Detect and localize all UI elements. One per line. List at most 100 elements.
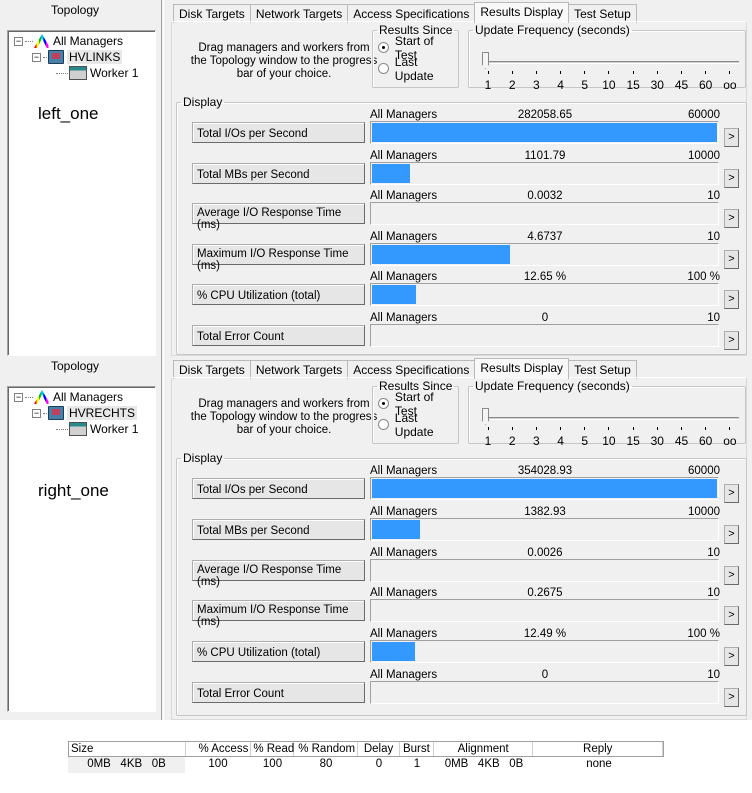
- meter-range-button[interactable]: >: [724, 128, 739, 147]
- all-managers-icon: [34, 34, 50, 48]
- progress-bar[interactable]: [370, 283, 719, 306]
- meter-value: 1382.93: [524, 506, 566, 518]
- radio-button[interactable]: [378, 42, 389, 53]
- results-since-group: Results Since Start of Test Last Update: [372, 23, 459, 88]
- tab-results-display[interactable]: Results Display: [474, 358, 570, 379]
- results-since-group: Results Since Start of Test Last Update: [372, 379, 459, 444]
- radio-button[interactable]: [378, 398, 389, 409]
- meter-value: 0: [541, 669, 549, 681]
- meter-range-button[interactable]: >: [724, 606, 739, 625]
- radio-last-update[interactable]: Last Update: [373, 411, 458, 439]
- progress-bar[interactable]: [370, 121, 719, 144]
- meter-select-button[interactable]: % CPU Utilization (total): [192, 284, 365, 305]
- meter-row: Total Error Count All Managers 0 10 >: [192, 669, 745, 715]
- column-header[interactable]: Delay: [358, 742, 400, 756]
- meter-max: 10: [707, 587, 720, 599]
- meter-row: Total MBs per Second All Managers 1382.9…: [192, 506, 745, 552]
- tree-node-worker[interactable]: Worker 1: [56, 65, 138, 81]
- progress-bar[interactable]: [370, 640, 719, 663]
- progress-bar[interactable]: [370, 518, 719, 541]
- tree-node-worker[interactable]: Worker 1: [56, 421, 138, 437]
- meter-select-button[interactable]: Total Error Count: [192, 325, 365, 346]
- collapse-icon[interactable]: −: [14, 392, 23, 402]
- topology-tree[interactable]: − All Managers − HVRECHTS Worker 1 right…: [7, 386, 156, 712]
- meter-range-button[interactable]: >: [724, 647, 739, 666]
- meter-range-button[interactable]: >: [724, 250, 739, 269]
- progress-bar-fill: [372, 123, 717, 142]
- meter-select-button[interactable]: % CPU Utilization (total): [192, 641, 365, 662]
- meter-select-button[interactable]: Average I/O Response Time (ms): [192, 560, 365, 588]
- meter-select-button[interactable]: Total Error Count: [192, 682, 365, 703]
- update-frequency-slider[interactable]: [485, 417, 739, 420]
- meter-range-button[interactable]: >: [724, 525, 739, 544]
- access-spec-table: Size% Access% Read% Random Delay Burst Alig…: [68, 741, 664, 773]
- tree-node-all-managers[interactable]: − All Managers: [14, 33, 123, 49]
- tree-connector: [43, 56, 47, 58]
- meter-select-button[interactable]: Maximum I/O Response Time (ms): [192, 600, 365, 628]
- meter-range-button[interactable]: >: [724, 688, 739, 707]
- column-header[interactable]: % Random: [294, 742, 359, 756]
- meter-range-button[interactable]: >: [724, 566, 739, 585]
- column-header[interactable]: % Access: [186, 742, 252, 756]
- tree-label: Worker 1: [90, 66, 139, 80]
- progress-bar[interactable]: [370, 162, 719, 185]
- meter-select-button[interactable]: Total MBs per Second: [192, 163, 365, 184]
- display-label: Display: [183, 95, 223, 109]
- progress-bar[interactable]: [370, 559, 719, 582]
- iometer-panel: Topology − All Managers − HVRECHTS Worke…: [0, 356, 752, 720]
- column-header[interactable]: Burst: [400, 742, 434, 756]
- update-frequency-group: Update Frequency (seconds) 1 2 3 4 5 10 15 30 45…: [468, 379, 746, 448]
- progress-bar[interactable]: [370, 681, 719, 704]
- tab-results-display[interactable]: Results Display: [474, 2, 570, 23]
- meter-select-button[interactable]: Maximum I/O Response Time (ms): [192, 244, 365, 272]
- collapse-icon[interactable]: −: [32, 52, 41, 62]
- collapse-icon[interactable]: −: [32, 408, 41, 418]
- progress-bar-fill: [372, 479, 717, 498]
- frequency-tick: 4: [551, 427, 571, 448]
- progress-bar[interactable]: [370, 477, 719, 500]
- tree-node-host[interactable]: − HVRECHTS: [32, 405, 138, 421]
- slider-thumb[interactable]: [482, 52, 489, 69]
- radio-last-update[interactable]: Last Update: [373, 55, 458, 83]
- frequency-tick: 15: [623, 427, 643, 448]
- meter-row: Average I/O Response Time (ms) All Manag…: [192, 190, 745, 236]
- progress-bar[interactable]: [370, 202, 719, 225]
- meter-range-button[interactable]: >: [724, 209, 739, 228]
- tree-node-all-managers[interactable]: − All Managers: [14, 389, 123, 405]
- topology-tree[interactable]: − All Managers − HVLINKS Worker 1 left_o…: [7, 30, 156, 356]
- meter-range-button[interactable]: >: [724, 169, 739, 188]
- meter-max: 10: [707, 190, 720, 202]
- collapse-icon[interactable]: −: [14, 36, 23, 46]
- meter-range-button[interactable]: >: [724, 484, 739, 503]
- update-frequency-slider[interactable]: [485, 61, 739, 64]
- meter-value: 0.0032: [527, 190, 563, 202]
- frequency-tick: 2: [502, 427, 522, 448]
- radio-button[interactable]: [378, 419, 389, 430]
- meter-select-button[interactable]: Total I/Os per Second: [192, 122, 365, 143]
- meter-select-button[interactable]: Average I/O Response Time (ms): [192, 203, 365, 231]
- meter-row: % CPU Utilization (total) All Managers 1…: [192, 628, 745, 674]
- progress-bar[interactable]: [370, 324, 719, 347]
- column-header[interactable]: Reply: [533, 742, 663, 756]
- meter-range-button[interactable]: >: [724, 290, 739, 309]
- tree-label: Worker 1: [90, 422, 139, 436]
- column-header[interactable]: Alignment: [434, 742, 534, 756]
- tree-node-host[interactable]: − HVLINKS: [32, 49, 123, 65]
- slider-thumb[interactable]: [482, 408, 489, 425]
- meter-range-button[interactable]: >: [724, 331, 739, 350]
- frequency-tick: 45: [672, 71, 692, 92]
- tree-label: All Managers: [53, 34, 124, 48]
- meter-select-button[interactable]: Total I/Os per Second: [192, 478, 365, 499]
- progress-bar[interactable]: [370, 243, 719, 266]
- radio-button[interactable]: [378, 63, 389, 74]
- column-header[interactable]: % Read: [251, 742, 295, 756]
- progress-bar-fill: [372, 245, 510, 264]
- table-row[interactable]: 0MB 4KB 0B 100 100 80 0 1 0MB 4KB 0B none: [68, 757, 664, 773]
- frequency-tick: 5: [575, 427, 595, 448]
- splitter[interactable]: [161, 0, 164, 356]
- frequency-tick: 30: [647, 427, 667, 448]
- column-header[interactable]: Size: [69, 742, 186, 756]
- progress-bar[interactable]: [370, 599, 719, 622]
- splitter[interactable]: [161, 356, 164, 720]
- meter-select-button[interactable]: Total MBs per Second: [192, 519, 365, 540]
